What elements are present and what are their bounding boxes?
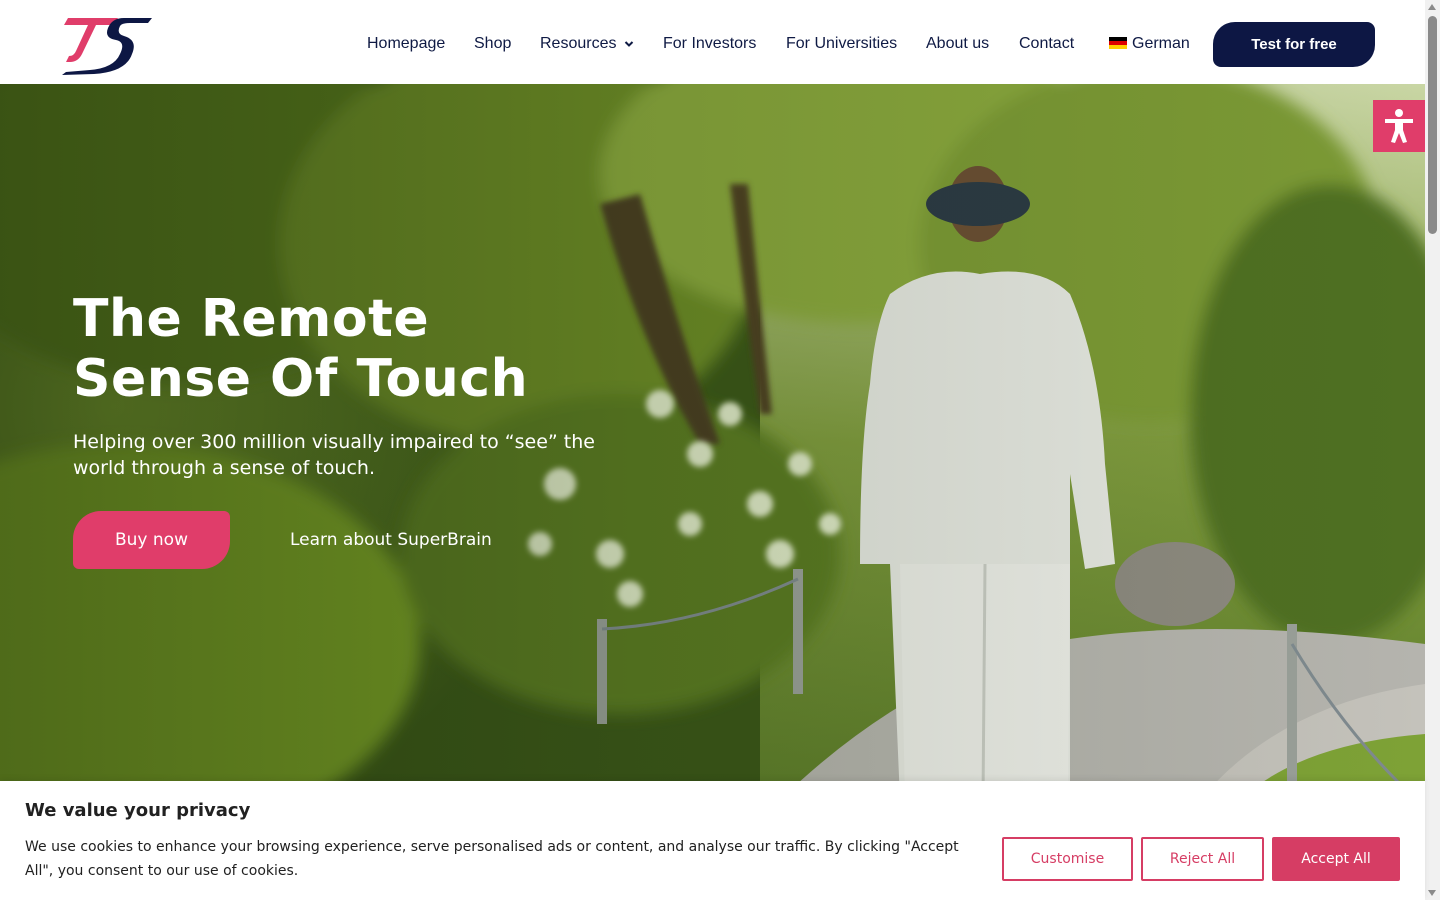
language-switcher[interactable]: German	[1109, 22, 1190, 66]
accept-all-button[interactable]: Accept All	[1272, 837, 1400, 881]
nav-homepage[interactable]: Homepage	[367, 22, 445, 66]
scrollbar-thumb[interactable]	[1428, 16, 1437, 234]
hero-title-line1: The Remote	[73, 289, 430, 349]
buy-now-button[interactable]: Buy now	[73, 511, 230, 569]
language-label: German	[1132, 35, 1190, 52]
reject-all-button[interactable]: Reject All	[1141, 837, 1264, 881]
accessibility-icon	[1385, 109, 1413, 143]
hero-title: The Remote Sense Of Touch	[73, 289, 633, 409]
test-for-free-button[interactable]: Test for free	[1213, 22, 1375, 67]
hero-section: The Remote Sense Of Touch Helping over 3…	[0, 84, 1425, 800]
nav-for-universities[interactable]: For Universities	[786, 22, 897, 66]
chevron-down-icon	[625, 41, 634, 47]
nav-resources[interactable]: Resources	[540, 22, 634, 66]
cookie-consent-banner: We value your privacy We use cookies to …	[0, 781, 1425, 900]
cookie-banner-text: We use cookies to enhance your browsing …	[25, 839, 959, 879]
nav-shop[interactable]: Shop	[474, 22, 511, 66]
hero-subtitle: Helping over 300 million visually impair…	[73, 431, 595, 479]
nav-about-us[interactable]: About us	[926, 22, 989, 66]
cookie-banner-title: We value your privacy	[25, 800, 251, 821]
nav-resources-label: Resources	[540, 35, 617, 52]
hero-title-line2: Sense Of Touch	[73, 349, 529, 409]
page-scrollbar[interactable]	[1425, 0, 1440, 900]
scroll-down-arrow-icon[interactable]	[1428, 890, 1436, 896]
learn-about-superbrain-link[interactable]: Learn about SuperBrain	[290, 511, 492, 569]
brand-logo-icon[interactable]	[60, 14, 154, 76]
scroll-up-arrow-icon[interactable]	[1428, 4, 1436, 10]
nav-for-investors[interactable]: For Investors	[663, 22, 756, 66]
nav-contact[interactable]: Contact	[1019, 22, 1074, 66]
accessibility-button[interactable]	[1373, 100, 1425, 152]
customise-button[interactable]: Customise	[1002, 837, 1133, 881]
german-flag-icon	[1109, 37, 1127, 49]
site-header: Homepage Shop Resources For Investors Fo…	[0, 0, 1425, 84]
